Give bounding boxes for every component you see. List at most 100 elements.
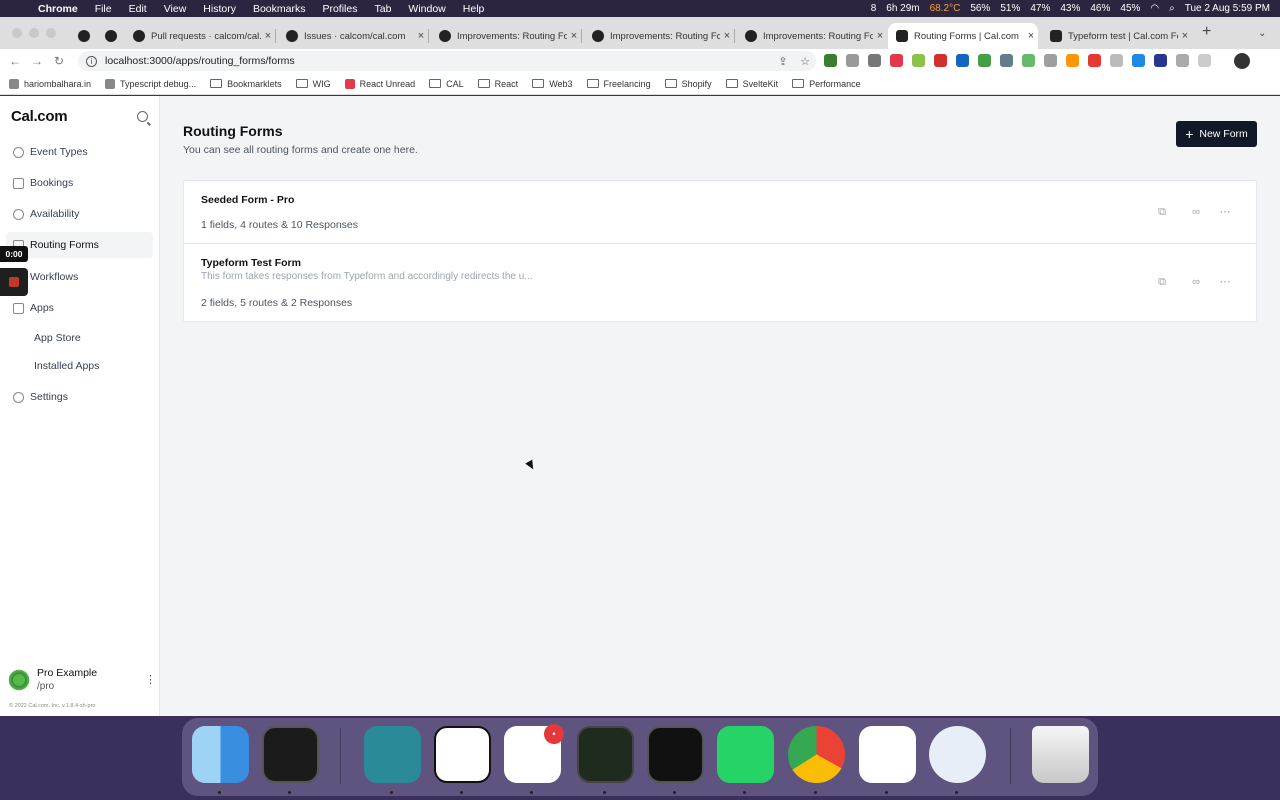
browser-tab[interactable]: Improvements: Routing Fo × [737, 23, 887, 49]
notion-icon[interactable] [434, 726, 491, 783]
url-text[interactable]: localhost:3000/apps/routing_forms/forms [105, 55, 772, 67]
back-arrow-icon[interactable]: ← [4, 54, 26, 68]
bookmark[interactable]: hariombalhara.in [9, 78, 91, 89]
avatar[interactable] [7, 668, 31, 692]
list-item[interactable]: Typeform Test Form This form takes respo… [184, 244, 1256, 321]
menu-profiles[interactable]: Profiles [322, 3, 357, 15]
menu-edit[interactable]: Edit [129, 3, 147, 15]
stat-1[interactable]: 56% [970, 3, 990, 14]
close-tab-icon[interactable]: × [1178, 30, 1192, 42]
extension-icon[interactable] [824, 54, 837, 67]
bookmark-folder[interactable]: WIG [295, 79, 331, 89]
bookmark-folder[interactable]: Freelancing [586, 79, 651, 89]
bookmark-folder[interactable]: CAL [429, 79, 464, 89]
stat-3[interactable]: 47% [1030, 3, 1050, 14]
extension-icon[interactable] [1000, 54, 1013, 67]
menu-file[interactable]: File [95, 3, 112, 15]
star-icon[interactable]: ☆ [794, 55, 816, 68]
bookmark-folder[interactable]: Web3 [532, 79, 573, 89]
sidebar-item-workflows[interactable]: Workflows [6, 264, 153, 290]
iterm-icon[interactable] [262, 726, 319, 783]
extension-icon[interactable] [912, 54, 925, 67]
new-form-button[interactable]: + New Form [1176, 121, 1257, 147]
extension-icon[interactable] [1044, 54, 1057, 67]
status-badge-count[interactable]: 8 [871, 3, 877, 14]
extension-icon[interactable] [956, 54, 969, 67]
extension-icon[interactable] [868, 54, 881, 67]
sidebar-item-routing-forms[interactable]: Routing Forms [6, 232, 153, 258]
menu-tab[interactable]: Tab [374, 3, 391, 15]
link-icon[interactable]: ∞ [1189, 205, 1203, 219]
sidebar-item-app-store[interactable]: App Store [34, 332, 81, 344]
menu-view[interactable]: View [164, 3, 187, 15]
search-icon[interactable] [137, 111, 148, 122]
extension-icon[interactable] [1022, 54, 1035, 67]
close-tab-icon[interactable]: × [873, 30, 887, 42]
menu-app-name[interactable]: Chrome [38, 3, 78, 15]
minimize-window-button[interactable] [29, 28, 39, 38]
close-tab-icon[interactable]: × [1024, 30, 1038, 42]
sidebar-item-apps[interactable]: Apps [6, 295, 153, 321]
close-tab-icon[interactable]: × [414, 30, 428, 42]
browser-tab[interactable]: Improvements: Routing Fo × [431, 23, 582, 49]
external-link-icon[interactable]: ⧉ [1155, 205, 1169, 219]
zoom-window-button[interactable] [46, 28, 56, 38]
stat-2[interactable]: 51% [1000, 3, 1020, 14]
close-tab-icon[interactable]: × [720, 30, 734, 42]
more-horizontal-icon[interactable]: ⋯ [1218, 205, 1232, 219]
bookmark-folder[interactable]: SvelteKit [725, 79, 778, 89]
browser-tab[interactable]: Improvements: Routing Fo × [584, 23, 735, 49]
more-vertical-icon[interactable]: ⋮ [145, 673, 156, 686]
vscode-icon[interactable] [859, 726, 916, 783]
puzzle-icon[interactable] [1176, 54, 1189, 67]
search-icon[interactable]: ⌕ [1169, 3, 1175, 14]
stat-6[interactable]: 45% [1120, 3, 1140, 14]
browser-tab-active[interactable]: Routing Forms | Cal.com × [888, 23, 1038, 49]
paw-icon[interactable] [364, 726, 421, 783]
sidebar-item-event-types[interactable]: Event Types [6, 139, 153, 165]
user-name[interactable]: Pro Example [37, 667, 97, 679]
new-tab-button[interactable]: + [1202, 23, 1211, 41]
share-icon[interactable]: ⇪ [772, 55, 794, 68]
browser-tab[interactable]: Typeform test | Cal.com Fo × [1042, 23, 1192, 49]
sidebar-item-settings[interactable]: Settings [6, 384, 153, 410]
extension-icon[interactable] [978, 54, 991, 67]
bookmark[interactable]: Typescript debug... [105, 78, 196, 89]
1password-icon[interactable] [929, 726, 986, 783]
bookmark-folder[interactable]: Performance [792, 79, 861, 89]
extension-icon[interactable] [1088, 54, 1101, 67]
extension-icon[interactable] [1154, 54, 1167, 67]
finder-icon[interactable] [192, 726, 249, 783]
form-name[interactable]: Typeform Test Form [201, 257, 301, 269]
menu-help[interactable]: Help [463, 3, 485, 15]
extension-icon[interactable] [846, 54, 859, 67]
pocket-icon[interactable] [890, 54, 903, 67]
terminal-icon[interactable] [647, 726, 704, 783]
bookmark[interactable]: React Unread [344, 78, 415, 89]
external-link-icon[interactable]: ⧉ [1155, 275, 1169, 289]
battery-time[interactable]: 6h 29m [886, 3, 919, 14]
clock-datetime[interactable]: Tue 2 Aug 5:59 PM [1185, 3, 1270, 14]
browser-tab[interactable]: Issues · calcom/cal.com × [278, 23, 429, 49]
stop-recording-button[interactable] [0, 268, 28, 296]
app-logo[interactable]: Cal.com [11, 108, 68, 125]
chevron-down-icon[interactable]: ⌄ [1258, 28, 1266, 39]
menu-bookmarks[interactable]: Bookmarks [253, 3, 306, 15]
forward-arrow-icon[interactable]: → [26, 54, 48, 68]
form-name[interactable]: Seeded Form - Pro [201, 194, 294, 206]
chrome-icon[interactable] [788, 726, 845, 783]
sidebar-item-availability[interactable]: Availability [6, 201, 153, 227]
wifi-icon[interactable]: ◠ [1150, 3, 1159, 14]
bookmark-folder[interactable]: Bookmarklets [210, 79, 282, 89]
extension-icon[interactable] [934, 54, 947, 67]
activity-monitor-icon[interactable] [577, 726, 634, 783]
whatsapp-icon[interactable] [717, 726, 774, 783]
close-tab-icon[interactable]: × [567, 30, 581, 42]
menu-window[interactable]: Window [408, 3, 445, 15]
browser-tab-github-2[interactable] [97, 23, 121, 49]
close-window-button[interactable] [12, 28, 22, 38]
extension-icon[interactable] [1132, 54, 1145, 67]
cpu-temp[interactable]: 68.2°C [930, 3, 961, 14]
trash-icon[interactable] [1032, 726, 1089, 783]
address-bar[interactable]: i localhost:3000/apps/routing_forms/form… [78, 51, 816, 71]
